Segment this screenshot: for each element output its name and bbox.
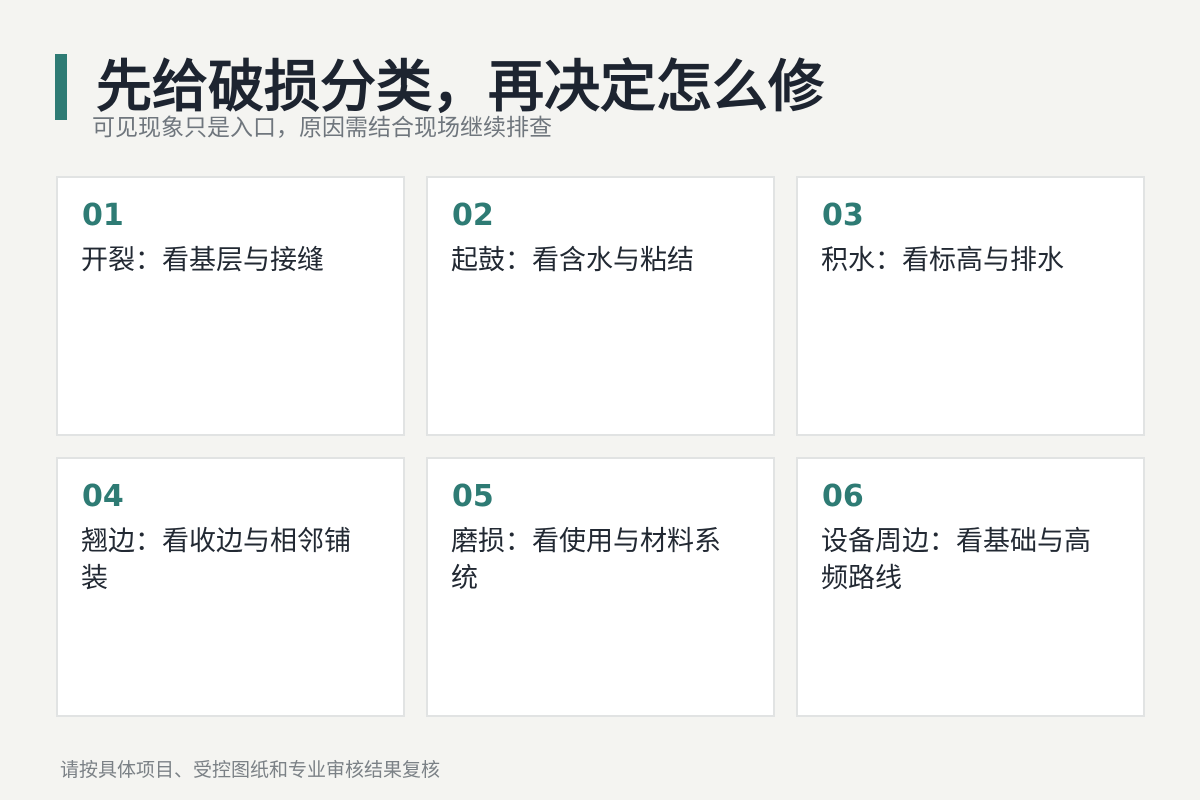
category-description: 开裂：看基层与接缝 xyxy=(81,245,324,276)
damage-category-card-06: 06 设备周边：看基础与高频路线 xyxy=(796,457,1145,717)
page-subtitle: 可见现象只是入口，原因需结合现场继续排查 xyxy=(92,115,552,141)
category-description: 磨损：看使用与材料系统 xyxy=(451,526,721,594)
category-description: 翘边：看收边与相邻铺装 xyxy=(81,526,351,594)
damage-category-card-02: 02 起鼓：看含水与粘结 xyxy=(426,176,775,436)
category-number: 05 xyxy=(452,479,494,514)
damage-category-grid: 01 开裂：看基层与接缝 02 起鼓：看含水与粘结 03 积水：看标高与排水 0… xyxy=(56,176,1145,717)
damage-category-card-03: 03 积水：看标高与排水 xyxy=(796,176,1145,436)
category-description: 设备周边：看基础与高频路线 xyxy=(821,526,1091,594)
damage-category-card-01: 01 开裂：看基层与接缝 xyxy=(56,176,405,436)
footer-note: 请按具体项目、受控图纸和专业审核结果复核 xyxy=(60,759,441,781)
title-accent-bar xyxy=(55,54,67,120)
category-number: 03 xyxy=(822,198,864,233)
category-number: 06 xyxy=(822,479,864,514)
slide-page: 先给破损分类，再决定怎么修 可见现象只是入口，原因需结合现场继续排查 01 开裂… xyxy=(0,0,1200,800)
damage-category-card-05: 05 磨损：看使用与材料系统 xyxy=(426,457,775,717)
damage-category-card-04: 04 翘边：看收边与相邻铺装 xyxy=(56,457,405,717)
category-number: 04 xyxy=(82,479,124,514)
category-description: 积水：看标高与排水 xyxy=(821,245,1064,276)
category-number: 01 xyxy=(82,198,124,233)
category-description: 起鼓：看含水与粘结 xyxy=(451,245,694,276)
category-number: 02 xyxy=(452,198,494,233)
